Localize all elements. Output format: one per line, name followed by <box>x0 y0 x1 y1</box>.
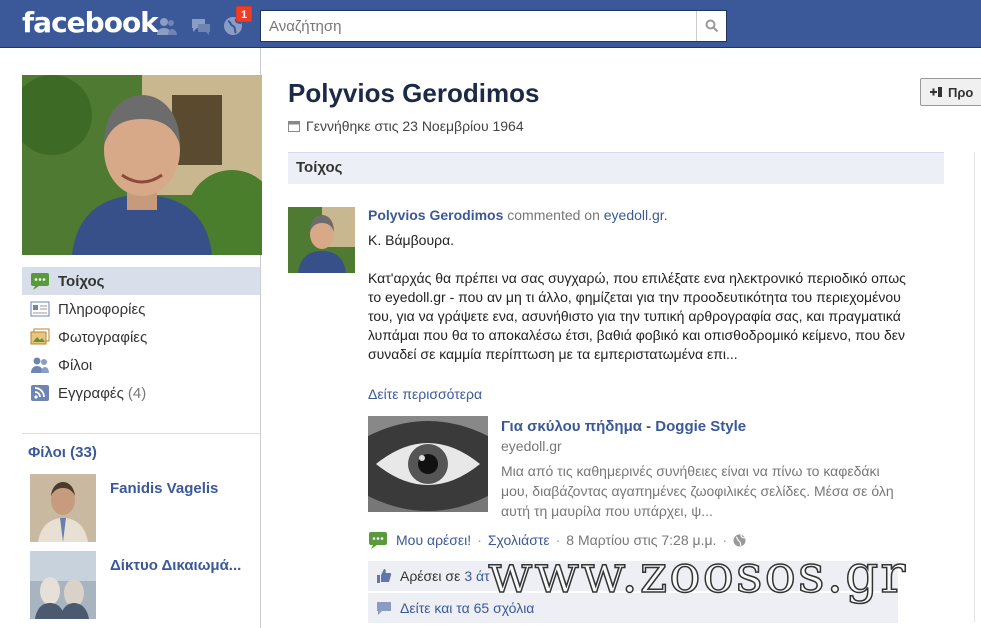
post-message: Κατ'αρχάς θα πρέπει να σας συγχαρώ, που … <box>368 270 906 362</box>
facebook-logo[interactable]: facebook <box>22 6 159 39</box>
sidebar-item-label: Τοίχος <box>58 272 105 290</box>
likes-prefix: Αρέσει σε <box>400 568 461 584</box>
post-body: Κ. Βάμβουρα. Κατ'αρχάς θα πρέπει να σας … <box>368 231 908 383</box>
friend-item[interactable]: Fanidis Vagelis <box>30 474 260 542</box>
profile-action-label: Προ <box>948 84 974 100</box>
birthday-info: Γεννήθηκε στις 23 Νοεμβρίου 1964 <box>288 118 524 134</box>
friend-item[interactable]: Δίκτυο Δικαιωμά... <box>30 551 260 619</box>
sidebar-item-wall[interactable]: Τοίχος <box>22 267 260 295</box>
main-content: Polyvios Gerodimos Γεννήθηκε στις 23 Νοε… <box>262 48 981 628</box>
add-icon <box>930 87 942 97</box>
attachment-domain: eyedoll.gr <box>501 438 562 454</box>
birthday-text: Γεννήθηκε στις 23 Νοεμβρίου 1964 <box>306 118 524 134</box>
friend-avatar[interactable] <box>30 474 96 542</box>
see-more-link[interactable]: Δείτε περισσότερα <box>368 386 482 402</box>
left-column: Τοίχος Πληροφορίες Φωτογραφίες Φίλοι Εγγ… <box>0 48 262 628</box>
friend-requests-icon[interactable] <box>156 16 178 36</box>
wall-header: Τοίχος <box>288 152 944 184</box>
search-input[interactable] <box>261 11 697 41</box>
separator: · <box>722 532 728 548</box>
thumbs-up-icon <box>377 569 392 583</box>
likes-people-link[interactable]: 3 άτ <box>464 568 489 584</box>
post-site-link[interactable]: eyedoll.gr. <box>604 207 668 223</box>
search-box <box>260 10 727 42</box>
separator: · <box>555 532 561 548</box>
sidebar-item-friends[interactable]: Φίλοι <box>22 351 260 379</box>
privacy-globe-icon[interactable] <box>733 534 746 547</box>
post-action-text: commented on <box>507 207 600 223</box>
wall-icon <box>31 273 49 290</box>
sidebar-item-photos[interactable]: Φωτογραφίες <box>22 323 260 351</box>
profile-picture[interactable] <box>22 75 262 255</box>
wall-post-icon <box>369 532 387 549</box>
like-button[interactable]: Μου αρέσει! <box>396 532 471 548</box>
divider <box>974 152 981 622</box>
likes-summary: Αρέσει σε 3 άτ <box>368 561 898 591</box>
subscriptions-count: (4) <box>127 384 147 402</box>
calendar-icon <box>288 121 300 132</box>
friend-name[interactable]: Δίκτυο Δικαιωμά... <box>110 557 241 574</box>
separator: · <box>477 532 482 548</box>
friends-heading[interactable]: Φίλοι (33) <box>28 444 97 461</box>
sidebar-item-info[interactable]: Πληροφορίες <box>22 295 260 323</box>
post-greeting: Κ. Βάμβουρα. <box>368 232 455 248</box>
sidebar-item-label: Εγγραφές <box>58 384 124 402</box>
attachment-description: Μια από τις καθημερινές συνήθειες είναι … <box>501 463 894 519</box>
profile-name: Polyvios Gerodimos <box>288 78 540 108</box>
divider <box>22 433 260 434</box>
top-bar: facebook 1 <box>0 0 981 48</box>
photos-icon <box>30 328 50 345</box>
search-button[interactable] <box>696 11 726 41</box>
post-actions: Μου αρέσει! · Σχολιάστε · 8 Μαρτίου στις… <box>368 531 746 549</box>
search-icon <box>705 19 718 33</box>
post-author-link[interactable]: Polyvios Gerodimos <box>368 207 503 223</box>
sidebar-item-label: Φωτογραφίες <box>58 328 148 346</box>
comment-icon <box>377 602 391 615</box>
post-author-avatar[interactable] <box>288 207 355 273</box>
post-timestamp[interactable]: 8 Μαρτίου στις 7:28 μ.μ. <box>566 532 716 548</box>
post-header: Polyvios Gerodimos commented on eyedoll.… <box>368 207 668 223</box>
sidebar-item-subscriptions[interactable]: Εγγραφές (4) <box>22 379 260 407</box>
info-icon <box>30 301 50 317</box>
view-comments-row[interactable]: Δείτε και τα 65 σχόλια <box>368 593 898 623</box>
profile-nav: Τοίχος Πληροφορίες Φωτογραφίες Φίλοι Εγγ… <box>22 267 260 407</box>
notification-badge: 1 <box>236 6 252 22</box>
friends-icon <box>31 357 49 373</box>
sidebar-item-label: Φίλοι <box>58 356 93 374</box>
attachment-title-link[interactable]: Για σκύλου πήδημα - Doggie Style <box>501 418 746 435</box>
subscriptions-icon <box>31 385 49 401</box>
view-all-comments-link[interactable]: Δείτε και τα 65 σχόλια <box>400 600 534 616</box>
profile-action-button[interactable]: Προ <box>920 78 981 106</box>
friend-avatar[interactable] <box>30 551 96 619</box>
messages-icon[interactable] <box>190 16 212 36</box>
attachment-thumbnail[interactable] <box>368 416 488 512</box>
sidebar-item-label: Πληροφορίες <box>58 300 146 318</box>
friend-name[interactable]: Fanidis Vagelis <box>110 480 218 497</box>
comment-button[interactable]: Σχολιάστε <box>488 532 550 548</box>
